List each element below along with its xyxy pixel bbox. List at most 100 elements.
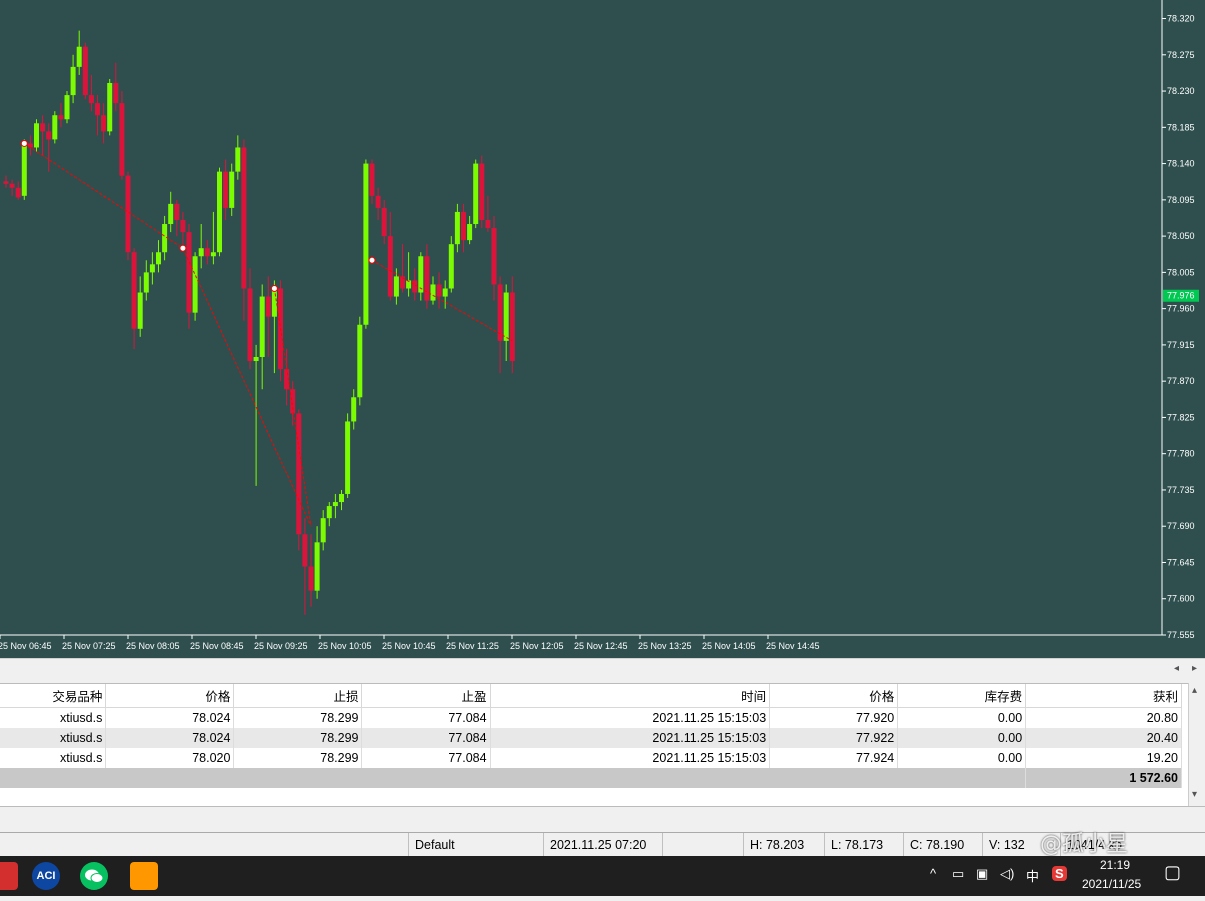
total-row: 1 572.60	[0, 768, 1182, 788]
tray-expand-icon[interactable]: ^	[930, 866, 936, 881]
col-symbol[interactable]: 交易品种	[0, 684, 107, 708]
col-stop-loss[interactable]: 止损	[233, 684, 363, 708]
clock-time[interactable]: 21:19	[1100, 858, 1130, 872]
table-row[interactable]: xtiusd.s 78.024 78.299 77.084 2021.11.25…	[0, 707, 1182, 728]
price-tick-label: 78.275	[1167, 50, 1195, 60]
taskbar: ACI ^ ▭ ▣ ◁) 中 S 21:19 2021/11/25 ▢	[0, 856, 1205, 896]
col-current-price[interactable]: 价格	[769, 684, 899, 708]
candle-body	[253, 356, 259, 362]
cell-symbol: xtiusd.s	[0, 728, 107, 748]
candle-body	[467, 224, 473, 241]
trade-marker	[179, 244, 187, 252]
app-badge-icon[interactable]	[130, 862, 158, 890]
time-tick-label: 25 Nov 14:45	[766, 641, 820, 651]
candle-body	[34, 123, 39, 148]
time-tick-label: 25 Nov 07:25	[62, 641, 116, 651]
scroll-up-icon[interactable]: ▴	[1192, 685, 1197, 696]
battery-icon[interactable]: ▭	[952, 866, 964, 882]
volume-icon[interactable]: ◁)	[1000, 866, 1014, 882]
candle-body	[454, 211, 460, 245]
candle-body	[442, 288, 448, 297]
candle-body	[296, 413, 302, 535]
status-high: H: 78.203	[743, 833, 826, 857]
candle-body	[15, 187, 21, 198]
orders-table: 交易品种 价格 止损 止盈 时间 价格 库存费 获利 xtiusd.s 78.0…	[0, 684, 1182, 788]
candle-body	[491, 228, 497, 285]
app-aci-icon[interactable]: ACI	[32, 862, 60, 890]
notification-icon[interactable]: ▢	[1164, 862, 1181, 883]
trade-line	[371, 259, 513, 342]
cell-symbol: xtiusd.s	[0, 707, 107, 728]
table-scrollbar[interactable]: ▴ ▾	[1188, 683, 1205, 806]
cell-time: 2021.11.25 15:15:03	[490, 707, 771, 728]
status-close: C: 78.190	[903, 833, 982, 857]
table-row[interactable]: xtiusd.s 78.024 78.299 77.084 2021.11.25…	[0, 728, 1182, 748]
clock-date[interactable]: 2021/11/25	[1082, 877, 1141, 891]
col-profit[interactable]: 获利	[1025, 684, 1182, 708]
cell-open-price: 78.024	[105, 707, 235, 728]
candle-body	[479, 163, 485, 220]
cell-take-profit: 77.084	[361, 728, 491, 748]
time-tick-label: 25 Nov 12:45	[574, 641, 628, 651]
current-price-label: 77.976	[1167, 291, 1195, 301]
trade-marker	[368, 256, 376, 264]
network-icon[interactable]: ▣	[976, 866, 988, 882]
candle-body	[461, 211, 466, 241]
table-row[interactable]: xtiusd.s 78.020 78.299 77.084 2021.11.25…	[0, 748, 1182, 768]
candle-body	[46, 131, 52, 140]
terminal-tabs-area	[0, 806, 1205, 833]
cell-stop-loss: 78.299	[233, 748, 363, 768]
cell-swap: 0.00	[897, 707, 1027, 728]
candle-body	[448, 244, 454, 289]
price-tick-label: 78.095	[1167, 195, 1195, 205]
price-chart[interactable]: 78.320 78.275 78.230 78.185 78.140 78.095 78.0…	[0, 0, 1205, 658]
candle-body	[192, 256, 198, 313]
trade-marker	[20, 139, 28, 147]
col-swap[interactable]: 库存费	[897, 684, 1027, 708]
cell-take-profit: 77.084	[361, 748, 491, 768]
candle-body	[95, 103, 100, 116]
candle-body	[345, 421, 351, 494]
cell-current-price: 77.924	[769, 748, 899, 768]
col-open-price[interactable]: 价格	[105, 684, 235, 708]
candle-body	[21, 143, 27, 196]
time-tick-label: 25 Nov 06:45	[0, 641, 52, 651]
candle-body	[412, 280, 418, 293]
chart-scrollbar[interactable]: ◂ ▸	[0, 658, 1205, 683]
cell-open-price: 78.020	[105, 748, 235, 768]
price-tick-label: 77.915	[1167, 340, 1195, 350]
col-take-profit[interactable]: 止盈	[361, 684, 491, 708]
candle-body	[198, 248, 204, 257]
candle-body	[271, 288, 277, 317]
sogou-ime-icon[interactable]: S	[1052, 866, 1067, 881]
time-tick-label: 25 Nov 12:05	[510, 641, 564, 651]
scroll-right-icon[interactable]: ▸	[1192, 663, 1197, 674]
candle-body	[107, 83, 113, 132]
app-red-icon[interactable]	[0, 862, 18, 890]
price-tick-label: 78.230	[1167, 86, 1195, 96]
candle-body	[485, 219, 491, 229]
trade-line	[273, 288, 312, 527]
chart-canvas[interactable]: 78.320 78.275 78.230 78.185 78.140 78.095 78.0…	[0, 0, 1205, 658]
candle-body	[210, 252, 216, 257]
price-tick-label: 77.600	[1167, 594, 1195, 604]
candle-body	[473, 163, 479, 225]
col-time[interactable]: 时间	[490, 684, 771, 708]
status-bar-time: 2021.11.25 07:20	[543, 833, 662, 857]
wechat-icon[interactable]	[80, 862, 108, 890]
time-tick-label: 25 Nov 08:05	[126, 641, 180, 651]
scroll-left-icon[interactable]: ◂	[1174, 663, 1179, 674]
scroll-down-icon[interactable]: ▾	[1192, 789, 1197, 800]
candle-body	[52, 115, 58, 140]
candle-body	[204, 248, 210, 257]
candle-body	[3, 181, 9, 184]
candle-body	[369, 163, 375, 196]
ime-indicator[interactable]: 中	[1026, 866, 1039, 885]
candle-body	[387, 236, 393, 297]
candle-body	[418, 256, 424, 293]
status-bar: Default 2021.11.25 07:20 H: 78.203 L: 78…	[0, 832, 1205, 857]
candle-body	[223, 171, 229, 208]
candle-body	[509, 292, 515, 362]
candle-body	[241, 147, 247, 289]
trade-line	[182, 247, 312, 527]
